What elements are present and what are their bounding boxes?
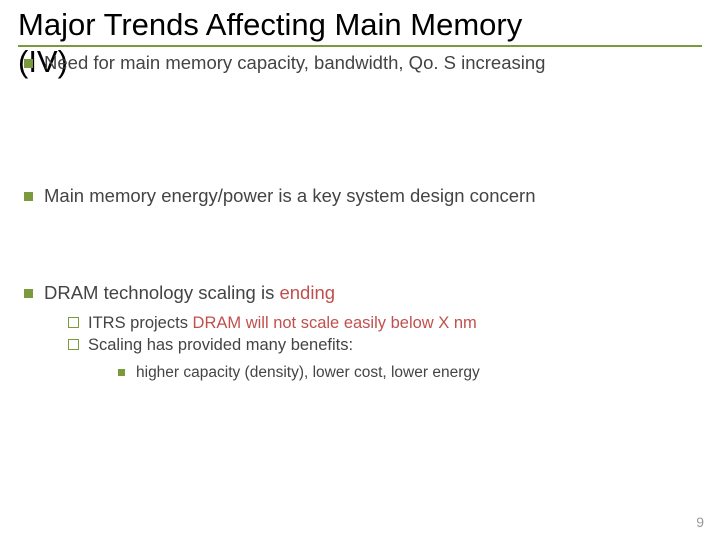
bullet-text: higher capacity (density), lower cost, l…: [136, 364, 480, 381]
emphasis-ending: ending: [279, 282, 335, 303]
bullet-need-capacity: Need for main memory capacity, bandwidth…: [18, 51, 702, 76]
bullet-list-level2: ITRS projects DRAM will not scale easily…: [66, 312, 702, 383]
bullet-dram-scaling: DRAM technology scaling is ending ITRS p…: [18, 281, 702, 383]
bullet-text: Main memory energy/power is a key system…: [44, 185, 535, 206]
subbullet-scaling-benefits: Scaling has provided many benefits: high…: [66, 334, 702, 383]
page-number: 9: [696, 514, 704, 530]
bullet-list-level1: Need for main memory capacity, bandwidth…: [18, 51, 702, 383]
bullet-text: Scaling has provided many benefits:: [88, 336, 353, 354]
bullet-text: Need for main memory capacity, bandwidth…: [44, 52, 545, 73]
bullet-list-level3: higher capacity (density), lower cost, l…: [114, 363, 702, 384]
bullet-text: DRAM technology scaling is ending: [44, 282, 335, 303]
subbullet-itrs: ITRS projects DRAM will not scale easily…: [66, 312, 702, 334]
slide: Major Trends Affecting Main Memory (IV) …: [0, 0, 720, 540]
text-fragment: DRAM technology scaling is: [44, 282, 279, 303]
bullet-energy-power: Main memory energy/power is a key system…: [18, 184, 702, 209]
text-fragment: ITRS projects: [88, 314, 193, 332]
slide-title-line1: Major Trends Affecting Main Memory: [18, 6, 702, 43]
subsubbullet-benefits-list: higher capacity (density), lower cost, l…: [114, 363, 702, 384]
slide-content: Need for main memory capacity, bandwidth…: [18, 47, 702, 383]
bullet-text: ITRS projects DRAM will not scale easily…: [88, 314, 477, 332]
emphasis-not-scale: DRAM will not scale easily below X nm: [193, 314, 477, 332]
